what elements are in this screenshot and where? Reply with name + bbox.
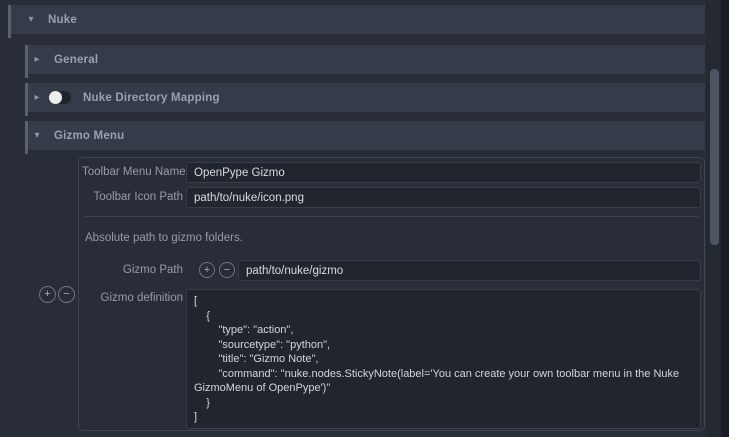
gizmo-path-label: Gizmo Path [82, 264, 183, 276]
section-header-general[interactable]: ▸ General [28, 45, 705, 74]
window-right-edge [721, 0, 729, 437]
settings-window: ▾ Nuke ▸ General ▸ Nuke Directory Mappin… [0, 0, 729, 437]
gizmo-list-remove-button[interactable]: − [58, 286, 75, 303]
section-title-nuke-directory-mapping: Nuke Directory Mapping [83, 92, 220, 104]
scrollbar-track[interactable] [706, 0, 721, 437]
toolbar-icon-path-label: Toolbar Icon Path [82, 191, 183, 203]
chevron-right-icon[interactable]: ▸ [32, 55, 42, 65]
gizmo-definition-label: Gizmo definition [82, 292, 183, 304]
gizmo-list-add-button[interactable]: + [39, 286, 56, 303]
section-title-general: General [54, 54, 98, 66]
section-title-nuke: Nuke [48, 14, 77, 26]
section-divider [85, 216, 698, 217]
gizmo-path-remove-button[interactable]: − [219, 262, 235, 278]
chevron-down-icon[interactable]: ▾ [26, 15, 36, 25]
gizmo-path-add-button[interactable]: + [199, 262, 215, 278]
toolbar-icon-path-input[interactable] [186, 187, 701, 208]
gizmo-path-input[interactable] [238, 260, 701, 281]
gizmo-definition-textarea[interactable]: [ { "type": "action", "sourcetype": "pyt… [186, 289, 701, 429]
toggle-knob [49, 91, 62, 104]
section-header-nuke-directory-mapping[interactable]: ▸ Nuke Directory Mapping [28, 83, 705, 112]
gizmo-folders-note: Absolute path to gizmo folders. [85, 232, 243, 244]
gizmo-menu-panel: Toolbar Menu Name Toolbar Icon Path Abso… [78, 157, 705, 431]
chevron-down-icon[interactable]: ▾ [32, 131, 42, 141]
scrollbar-thumb[interactable] [710, 69, 719, 245]
toolbar-menu-name-label: Toolbar Menu Name [82, 166, 183, 178]
chevron-right-icon[interactable]: ▸ [32, 93, 42, 103]
section-title-gizmo-menu: Gizmo Menu [54, 130, 124, 142]
section-header-nuke[interactable]: ▾ Nuke [11, 5, 705, 34]
toolbar-menu-name-input[interactable] [186, 162, 701, 183]
section-header-gizmo-menu[interactable]: ▾ Gizmo Menu [28, 121, 705, 150]
directory-mapping-enabled-toggle[interactable] [49, 91, 71, 104]
